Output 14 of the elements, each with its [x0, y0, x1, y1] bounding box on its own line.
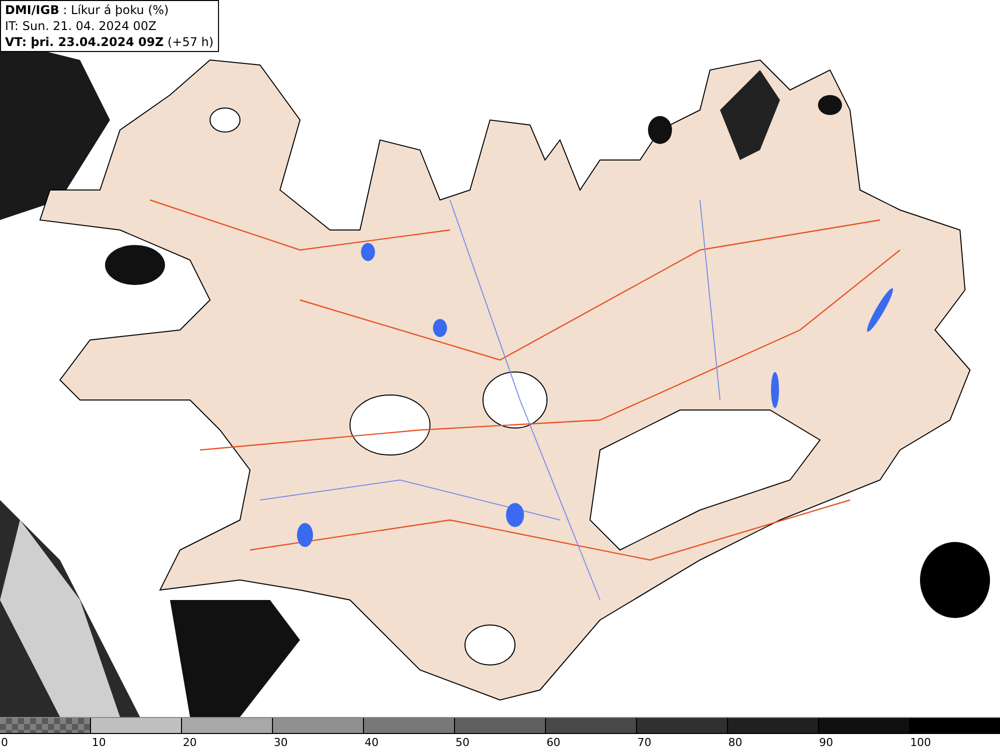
scale-label: 60 [546, 736, 560, 749]
scale-label: 30 [274, 736, 288, 749]
scale-label: 100 [910, 736, 932, 749]
scale-label: 10 [92, 736, 106, 749]
scale-label: 0 [1, 736, 8, 749]
scale-label: 40 [364, 736, 379, 749]
info-text: VT: þri. 23.04.2024 09Z (+57 h) [5, 34, 214, 50]
scale-label: 90 [819, 736, 834, 749]
scale-label: 50 [456, 736, 470, 749]
scale-label: 80 [728, 736, 742, 749]
scale-label: 20 [182, 736, 197, 749]
info-text: IT: Sun. 21. 04. 2024 00Z [5, 18, 158, 34]
scale-label: 70 [637, 736, 652, 749]
info-text: DMI/IGB : Líkur á þoku (%) [5, 2, 170, 18]
